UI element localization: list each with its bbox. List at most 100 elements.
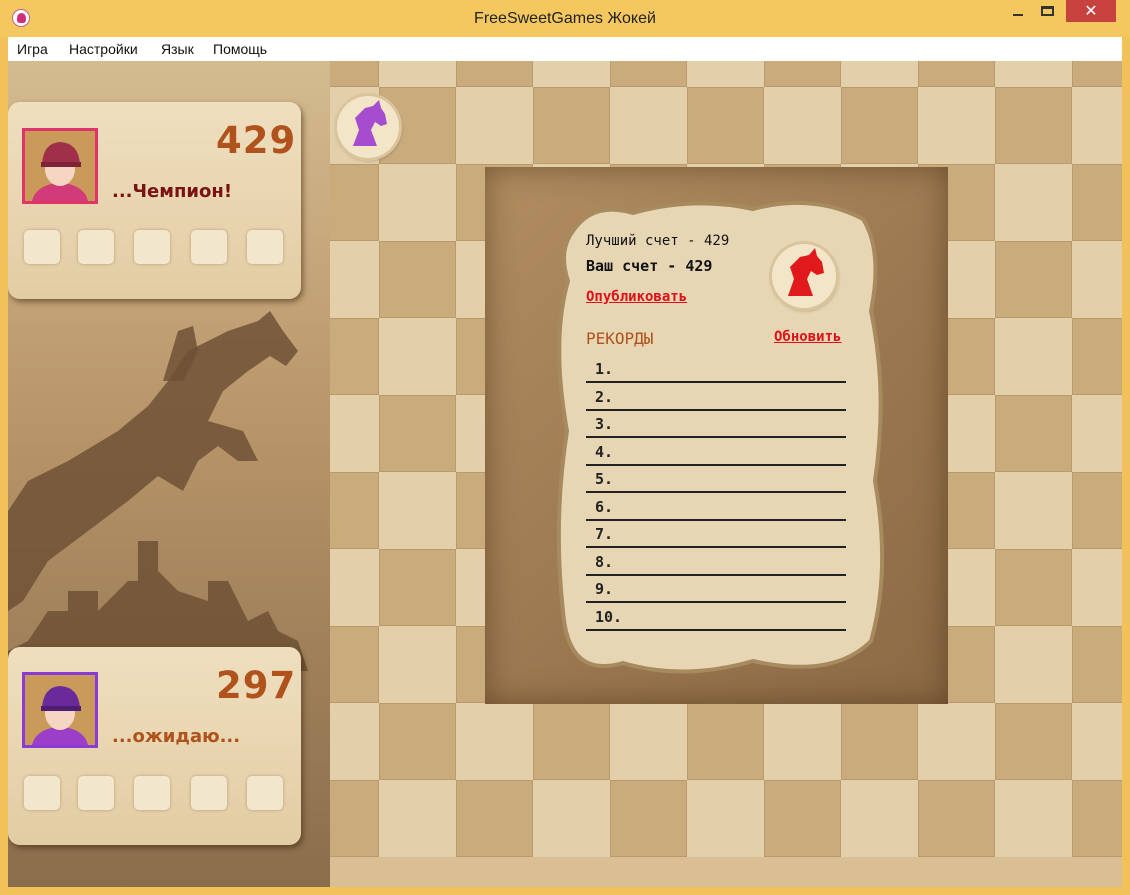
record-rank: 10. [595,607,623,626]
player-2-score: 297 [216,664,297,707]
board-tile [687,87,764,164]
board-tile [764,61,841,87]
record-line [586,463,846,466]
player-2-avatar [22,672,98,748]
board-tile [379,395,456,472]
board-tile [1072,780,1122,857]
board-tile [379,472,456,549]
record-line [586,436,846,438]
records-title: РЕКОРДЫ [586,329,654,348]
board-tile [456,780,533,857]
board-tile [918,780,995,857]
board-tile [610,780,687,857]
score-badge [772,244,836,308]
record-line [586,408,846,411]
board-tile [533,61,610,87]
record-rank: 9. [595,580,614,598]
player-1-score: 429 [216,119,297,162]
board-tile [687,703,764,780]
board-tile [1072,626,1122,703]
board-tile [841,87,918,164]
board-tile [1072,703,1122,780]
board-tile [1072,87,1122,164]
board-tile [995,241,1072,318]
record-rank: 3. [595,415,614,433]
board-tile [995,395,1072,472]
record-rank: 4. [595,442,614,461]
jockey-avatar-icon [32,142,88,201]
title-bar: FreeSweetGames Жокей ✕ [0,0,1130,37]
menu-help[interactable]: Помощь [213,41,267,57]
board-tile [379,241,456,318]
record-line [586,381,846,383]
record-rank: 2. [595,387,614,406]
board-tile [995,318,1072,395]
horse-slot [191,776,227,810]
record-line [586,491,846,493]
player-1-status: ...Чемпион! [112,181,233,202]
record-rank: 8. [595,552,614,571]
record-line [586,628,846,631]
board-tile [379,626,456,703]
best-score-label: Лучший счет - 429 [586,233,730,249]
record-line [586,573,846,576]
close-icon: ✕ [1084,1,1098,20]
game-board: 429 ...Чемпион! 297 ...ожидаю... Лучший … [8,61,1122,887]
horse-slot [191,230,227,264]
jockey-silhouette [8,311,308,671]
board-tile [1072,318,1122,395]
board-tile [1072,472,1122,549]
horse-slot [24,776,60,810]
board-tile [764,780,841,857]
menu-bar: Игра Настройки Язык Помощь [8,37,1122,61]
menu-settings[interactable]: Настройки [69,41,138,57]
horse-slot [247,230,283,264]
horse-slot [24,230,60,264]
refresh-link[interactable]: Обновить [774,329,841,345]
board-tile [610,61,687,87]
board-tile [995,61,1072,87]
menu-language[interactable]: Язык [161,41,194,57]
board-tile [995,780,1072,857]
jockey-avatar-icon [32,686,88,745]
board-tile [1072,549,1122,626]
record-rank: 5. [595,470,614,488]
record-line [586,546,846,548]
board-tile [687,780,764,857]
board-tile [610,703,687,780]
board-tile [995,703,1072,780]
menu-game[interactable]: Игра [17,41,48,57]
board-tile [1072,241,1122,318]
horse-slot [78,230,114,264]
board-tile [1072,395,1122,472]
board-tile [995,472,1072,549]
minimize-icon [1013,14,1023,16]
board-tile [1072,164,1122,241]
board-tile [456,703,533,780]
board-tile [379,318,456,395]
board-tile [533,87,610,164]
close-button[interactable]: ✕ [1066,0,1116,22]
board-tile [379,549,456,626]
minimize-button[interactable] [1003,0,1033,26]
board-tile [841,780,918,857]
board-tile [379,703,456,780]
board-tile [687,61,764,87]
maximize-icon [1041,6,1054,16]
board-tile [533,703,610,780]
maximize-button[interactable] [1033,0,1063,26]
player-2-status: ...ожидаю... [112,726,241,747]
player-1-avatar [22,128,98,204]
board-tile [841,61,918,87]
horse-slot [134,230,170,264]
board-tile [995,87,1072,164]
horse-head-icon [353,100,387,146]
player-card-1: 429 ...Чемпион! [8,102,301,299]
your-score-label: Ваш счет - 429 [586,257,713,275]
turn-horse-token [337,96,399,158]
publish-link[interactable]: Опубликовать [586,289,687,305]
board-tile [456,61,533,87]
board-tile [995,549,1072,626]
board-tile [918,61,995,87]
board-tile [764,703,841,780]
